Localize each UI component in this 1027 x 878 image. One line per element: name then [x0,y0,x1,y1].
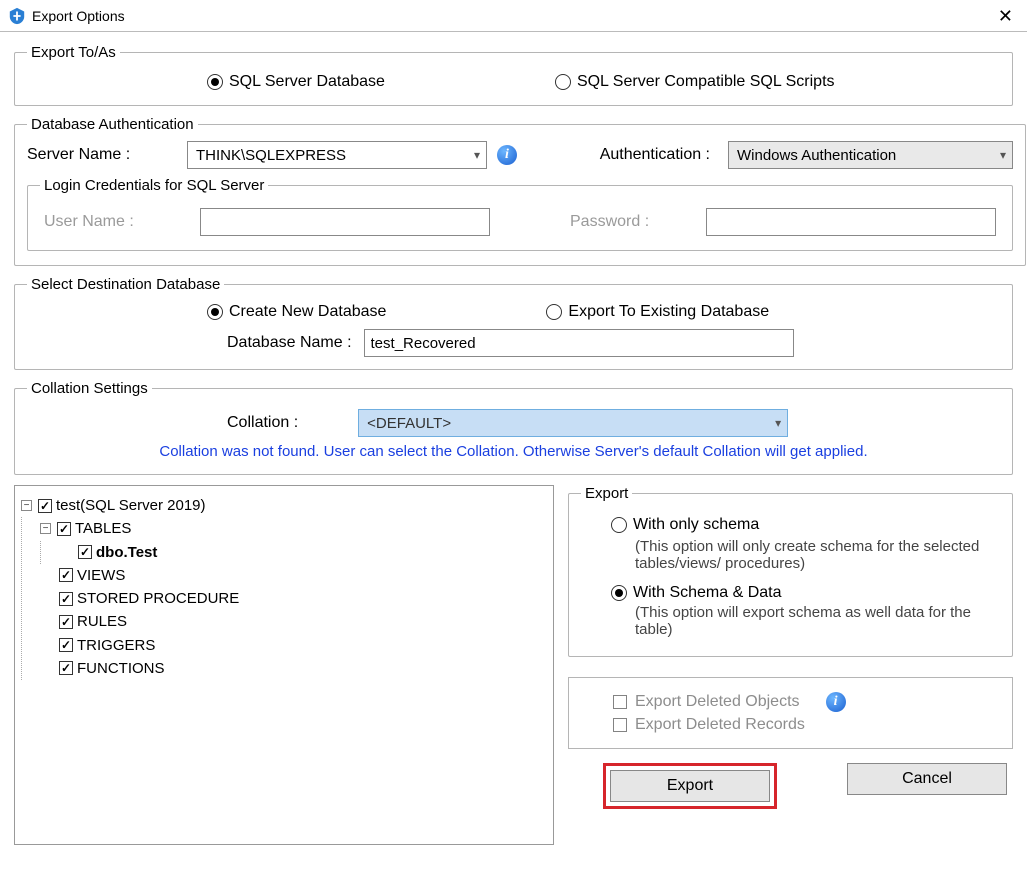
login-credentials-group: Login Credentials for SQL Server User Na… [27,177,1013,251]
collation-note: Collation was not found. User can select… [27,443,1000,462]
server-name-label: Server Name : [27,146,177,164]
username-input[interactable] [200,208,490,236]
checkbox[interactable] [59,661,73,675]
checkbox[interactable] [59,592,73,606]
info-icon[interactable]: i [826,692,846,712]
collation-combo[interactable]: <DEFAULT> ▾ [358,409,788,437]
radio-selected-icon [207,74,223,90]
cancel-button[interactable]: Cancel [847,763,1007,795]
deleted-options-group: Export Deleted Objects i Export Deleted … [568,677,1013,749]
tree-triggers[interactable]: TRIGGERS [77,634,155,657]
info-icon[interactable]: i [497,145,517,165]
radio-schema-only[interactable]: With only schema [611,516,759,534]
radio-selected-icon [207,304,223,320]
radio-create-new-db[interactable]: Create New Database [207,303,386,321]
window-title: Export Options [32,8,992,24]
checkbox[interactable] [57,522,71,536]
checkbox[interactable] [59,615,73,629]
radio-existing-db[interactable]: Export To Existing Database [546,303,769,321]
password-label: Password : [570,213,690,231]
db-name-input[interactable] [364,329,794,357]
destination-db-group: Select Destination Database Create New D… [14,276,1013,370]
collation-label: Collation : [227,414,298,432]
checkbox[interactable] [59,638,73,652]
title-bar: Export Options ✕ [0,0,1027,32]
tree-functions[interactable]: FUNCTIONS [77,657,165,680]
collation-group: Collation Settings Collation : <DEFAULT>… [14,380,1013,475]
close-icon[interactable]: ✕ [992,7,1019,25]
checkbox[interactable] [38,499,52,513]
radio-sql-server-db[interactable]: SQL Server Database [207,73,385,91]
authentication-label: Authentication : [600,146,710,164]
server-name-combo[interactable]: THINK\SQLEXPRESS ▾ [187,141,487,169]
checkbox-deleted-records [613,718,627,732]
login-credentials-legend: Login Credentials for SQL Server [40,177,268,194]
export-mode-legend: Export [581,485,632,502]
password-input[interactable] [706,208,996,236]
radio-selected-icon [611,585,627,601]
tree-views[interactable]: VIEWS [77,564,125,587]
object-tree[interactable]: − test(SQL Server 2019) − TABLES [14,485,554,845]
schema-data-desc: (This option will export schema as well … [611,604,1000,638]
checkbox[interactable] [78,545,92,559]
radio-unselected-icon [611,517,627,533]
username-label: User Name : [44,213,184,231]
radio-sql-scripts[interactable]: SQL Server Compatible SQL Scripts [555,73,835,91]
chevron-down-icon: ▾ [1000,148,1006,162]
export-button-highlight: Export [603,763,777,809]
collapse-icon[interactable]: − [21,500,32,511]
tree-rules[interactable]: RULES [77,610,127,633]
chevron-down-icon: ▾ [474,148,480,162]
export-button[interactable]: Export [610,770,770,802]
collation-legend: Collation Settings [27,380,152,397]
tree-sp[interactable]: STORED PROCEDURE [77,587,239,610]
radio-unselected-icon [546,304,562,320]
chevron-down-icon: ▾ [775,416,781,430]
app-icon [8,7,26,25]
db-name-label: Database Name : [227,334,352,352]
db-auth-group: Database Authentication Server Name : TH… [14,116,1026,266]
authentication-combo[interactable]: Windows Authentication ▾ [728,141,1013,169]
radio-unselected-icon [555,74,571,90]
export-to-legend: Export To/As [27,44,120,61]
tree-tables[interactable]: TABLES [75,517,131,540]
radio-schema-data[interactable]: With Schema & Data [611,584,782,602]
destination-db-legend: Select Destination Database [27,276,224,293]
schema-only-desc: (This option will only create schema for… [611,538,1000,572]
export-mode-group: Export With only schema (This option wil… [568,485,1013,657]
tree-root[interactable]: test(SQL Server 2019) [56,494,206,517]
db-auth-legend: Database Authentication [27,116,198,133]
checkbox-deleted-objects [613,695,627,709]
tree-table-item[interactable]: dbo.Test [96,541,157,564]
export-to-group: Export To/As SQL Server Database SQL Ser… [14,44,1013,106]
checkbox[interactable] [59,568,73,582]
collapse-icon[interactable]: − [40,523,51,534]
